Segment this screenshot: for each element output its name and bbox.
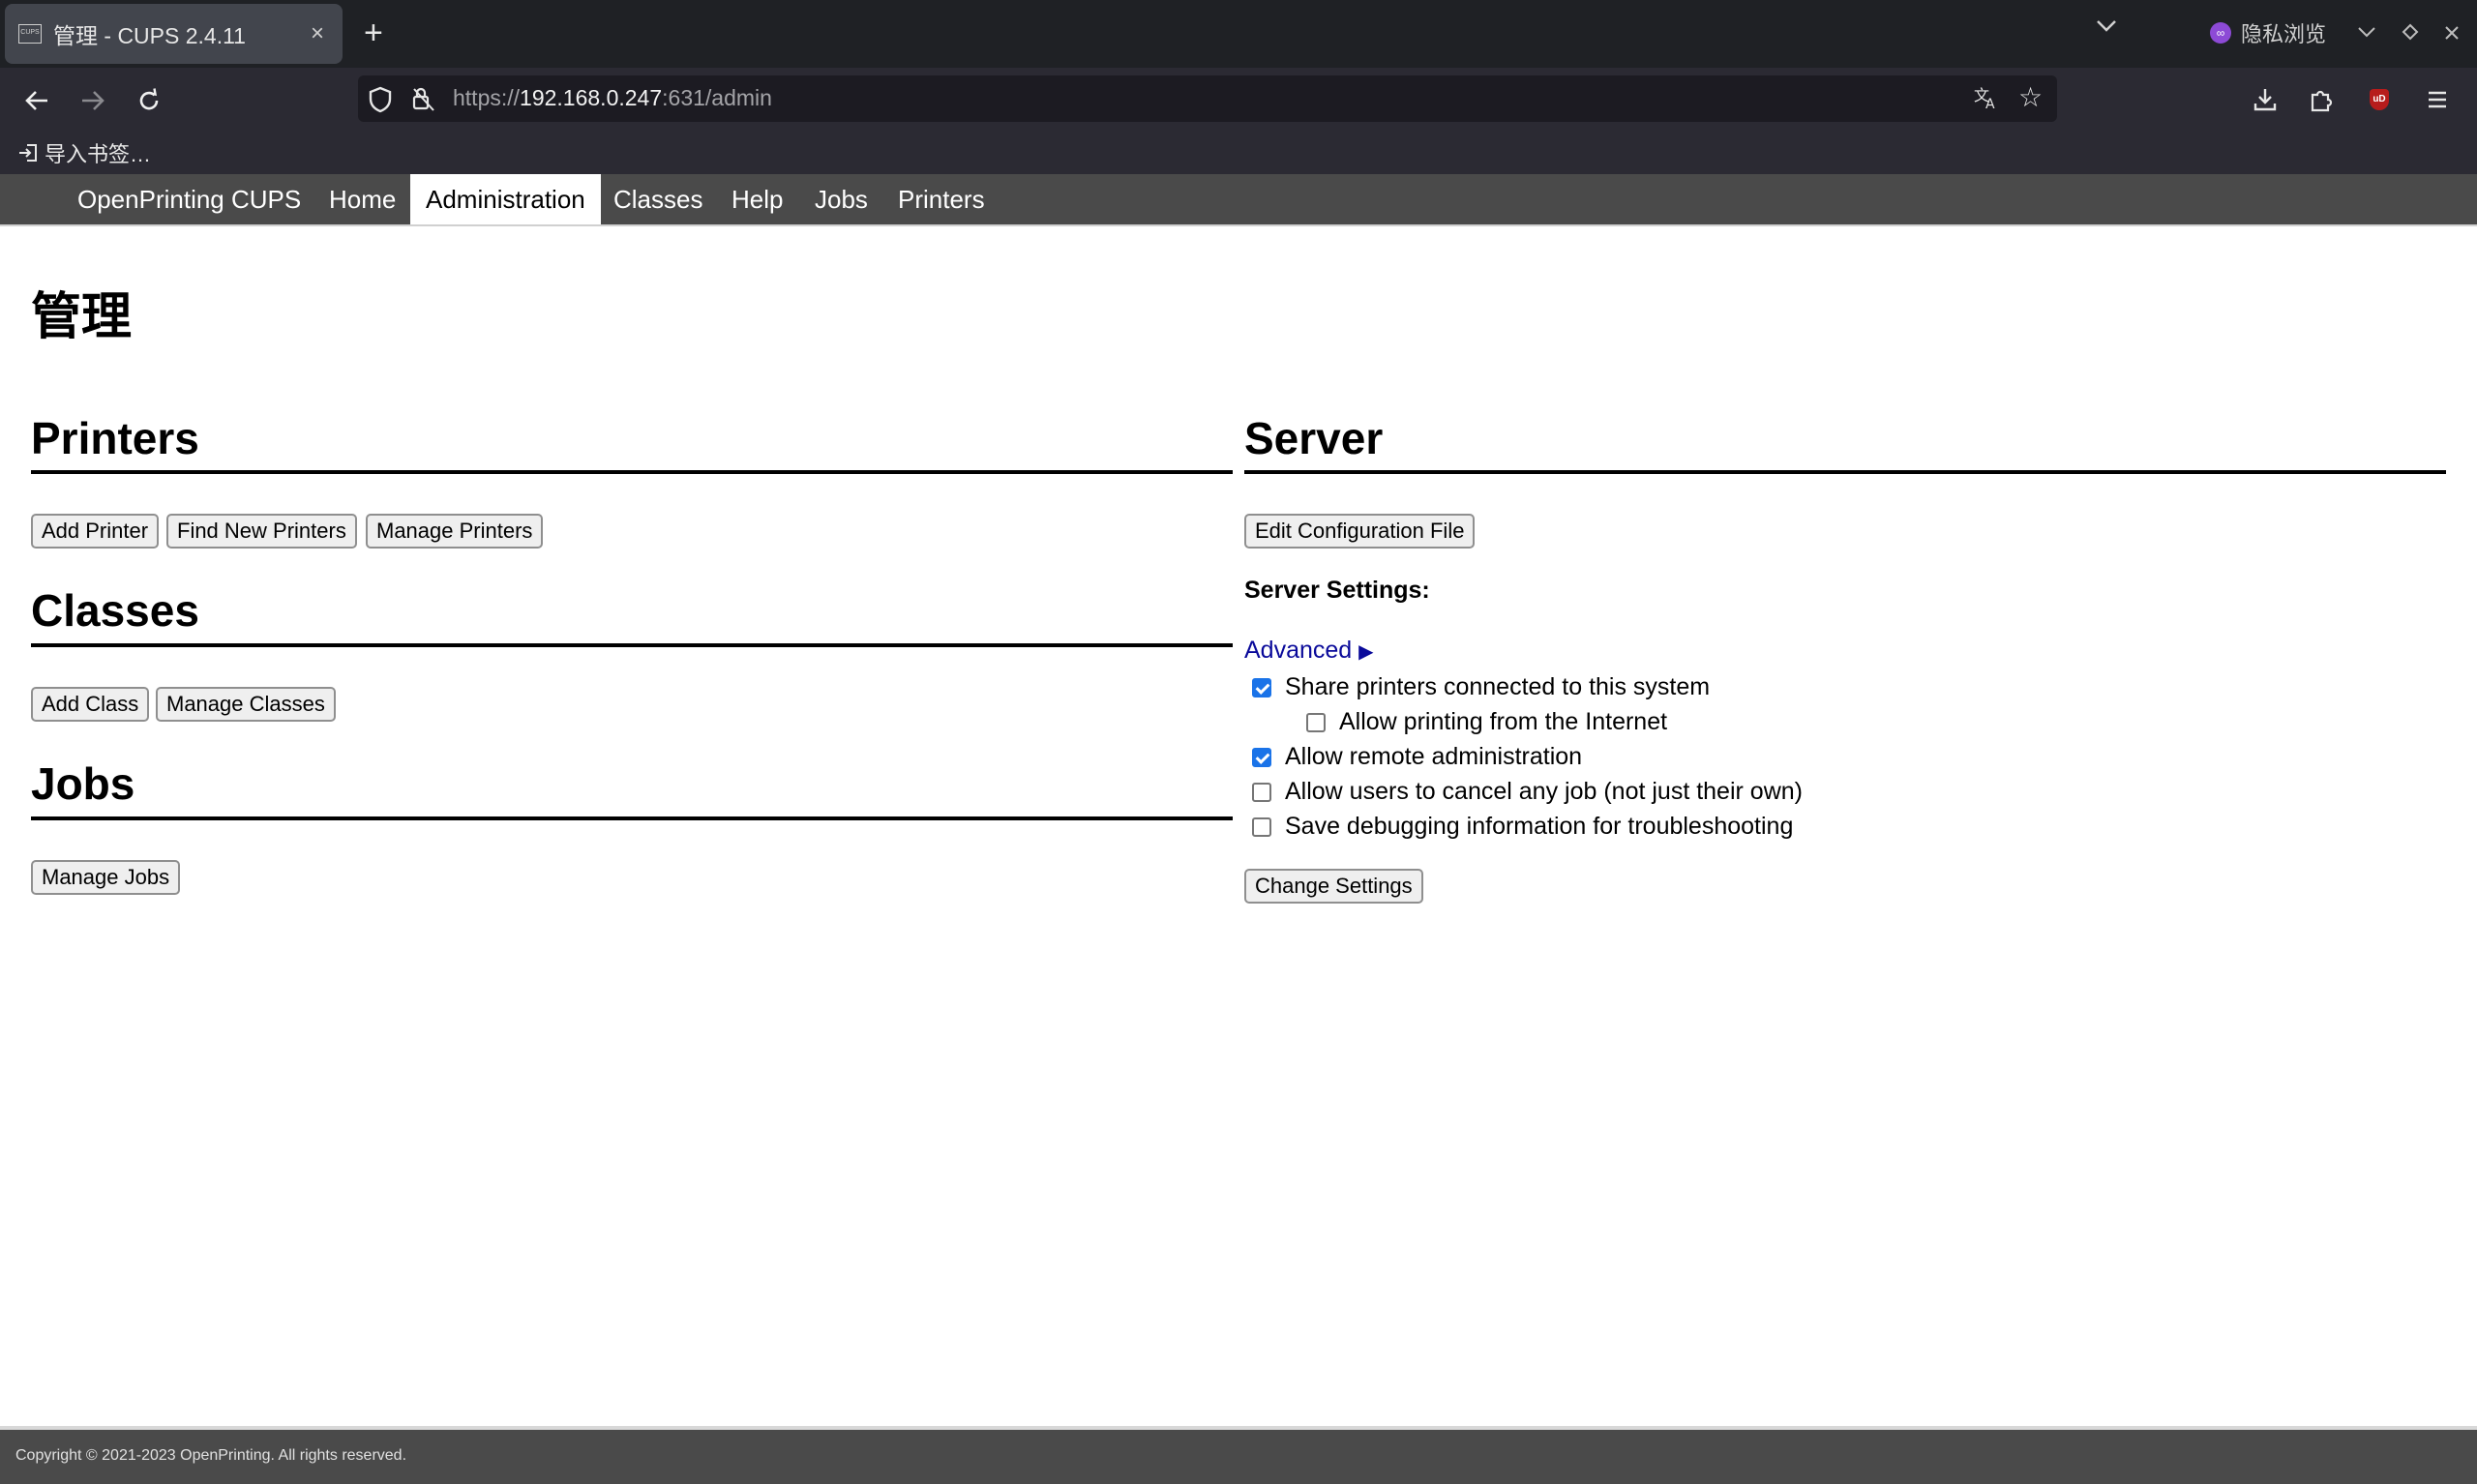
window-close-icon[interactable] xyxy=(2444,21,2460,46)
tab-close-icon[interactable]: × xyxy=(306,20,329,47)
server-heading: Server xyxy=(1244,413,1384,463)
hamburger-menu-icon[interactable] xyxy=(2421,83,2454,116)
downloads-icon[interactable] xyxy=(2249,83,2282,116)
bookmark-star-icon[interactable]: ☆ xyxy=(2018,81,2043,113)
remote-admin-checkbox[interactable] xyxy=(1252,747,1271,767)
advanced-label: Advanced xyxy=(1244,637,1353,664)
browser-tab[interactable]: CUPS 管理 - CUPS 2.4.11 × xyxy=(5,4,343,64)
cups-favicon-icon: CUPS xyxy=(18,24,42,44)
import-bookmarks-icon xyxy=(19,144,37,162)
advanced-toggle-link[interactable]: Advanced ▶ xyxy=(1244,637,1374,665)
cancel-any-job-option[interactable]: Allow users to cancel any job (not just … xyxy=(1252,778,1803,806)
nav-classes[interactable]: Classes xyxy=(598,174,718,224)
reload-icon[interactable] xyxy=(132,83,166,118)
jobs-heading: Jobs xyxy=(31,758,135,809)
extensions-puzzle-icon[interactable] xyxy=(2305,83,2338,116)
classes-heading: Classes xyxy=(31,585,199,636)
private-browsing-indicator: ∞ 隐私浏览 xyxy=(2210,17,2326,48)
ublock-origin-icon[interactable]: uD xyxy=(2363,83,2396,116)
change-settings-button[interactable]: Change Settings xyxy=(1244,869,1423,904)
edit-configuration-file-button[interactable]: Edit Configuration File xyxy=(1244,514,1476,549)
share-printers-checkbox[interactable] xyxy=(1252,677,1271,697)
allow-internet-printing-checkbox[interactable] xyxy=(1306,712,1326,732)
tab-title: 管理 - CUPS 2.4.11 xyxy=(53,23,246,48)
nav-printers[interactable]: Printers xyxy=(882,174,1000,224)
tracking-protection-shield-icon[interactable] xyxy=(368,86,393,118)
forward-arrow-icon[interactable] xyxy=(75,83,110,118)
page-footer: Copyright © 2021-2023 OpenPrinting. All … xyxy=(0,1426,2477,1484)
printers-heading: Printers xyxy=(31,413,199,463)
lock-warning-icon[interactable] xyxy=(410,85,437,117)
add-class-button[interactable]: Add Class xyxy=(31,687,150,722)
debug-logging-label: Save debugging information for troublesh… xyxy=(1285,813,1794,840)
cancel-any-job-checkbox[interactable] xyxy=(1252,782,1271,802)
server-settings-label: Server Settings: xyxy=(1244,577,1430,604)
find-new-printers-button[interactable]: Find New Printers xyxy=(166,514,357,549)
url-path: :631/admin xyxy=(662,85,772,110)
import-bookmarks-label: 导入书签… xyxy=(45,142,152,166)
import-bookmarks-item[interactable]: 导入书签… xyxy=(17,137,151,168)
add-printer-button[interactable]: Add Printer xyxy=(31,514,160,549)
allow-internet-printing-option[interactable]: Allow printing from the Internet xyxy=(1306,708,1667,736)
manage-classes-button[interactable]: Manage Classes xyxy=(156,687,336,722)
back-arrow-icon[interactable] xyxy=(19,83,54,118)
nav-help[interactable]: Help xyxy=(716,174,798,224)
share-printers-label: Share printers connected to this system xyxy=(1285,673,1711,700)
expand-triangle-icon: ▶ xyxy=(1358,641,1374,663)
private-mask-icon: ∞ xyxy=(2210,22,2231,44)
page-title: 管理 xyxy=(31,289,133,345)
window-minimize-icon[interactable] xyxy=(2357,19,2376,45)
url-scheme: https:// xyxy=(453,85,521,110)
allow-internet-printing-label: Allow printing from the Internet xyxy=(1339,708,1668,735)
nav-home[interactable]: Home xyxy=(313,174,411,224)
share-printers-option[interactable]: Share printers connected to this system xyxy=(1252,673,1710,701)
window-maximize-icon[interactable] xyxy=(2402,21,2419,46)
nav-brand-link[interactable]: OpenPrinting CUPS xyxy=(62,174,316,224)
manage-jobs-button[interactable]: Manage Jobs xyxy=(31,860,181,895)
new-tab-icon[interactable]: + xyxy=(364,14,383,52)
server-divider xyxy=(1244,470,2446,474)
cups-nav-bar: OpenPrinting CUPS Home Administration Cl… xyxy=(0,174,2477,226)
url-text[interactable]: https://192.168.0.247:631/admin xyxy=(453,85,772,111)
tab-list-chevron-icon[interactable] xyxy=(2096,19,2117,38)
cancel-any-job-label: Allow users to cancel any job (not just … xyxy=(1285,778,1803,805)
translate-icon[interactable]: 文A xyxy=(1974,84,2001,116)
nav-administration[interactable]: Administration xyxy=(410,174,601,224)
browser-tab-bar: CUPS 管理 - CUPS 2.4.11 × + ∞ 隐私浏览 xyxy=(0,0,2477,68)
remote-admin-option[interactable]: Allow remote administration xyxy=(1252,743,1582,771)
svg-text:A: A xyxy=(1985,97,1995,109)
debug-logging-option[interactable]: Save debugging information for troublesh… xyxy=(1252,813,1793,841)
printers-divider xyxy=(31,470,1233,474)
url-host: 192.168.0.247 xyxy=(520,85,663,110)
manage-printers-button[interactable]: Manage Printers xyxy=(366,514,544,549)
remote-admin-label: Allow remote administration xyxy=(1285,743,1583,770)
debug-logging-checkbox[interactable] xyxy=(1252,816,1271,837)
nav-jobs[interactable]: Jobs xyxy=(799,174,883,224)
jobs-divider xyxy=(31,816,1233,820)
classes-divider xyxy=(31,643,1233,647)
copyright-text: Copyright © 2021-2023 OpenPrinting. All … xyxy=(15,1447,407,1464)
private-browsing-label: 隐私浏览 xyxy=(2241,22,2327,46)
